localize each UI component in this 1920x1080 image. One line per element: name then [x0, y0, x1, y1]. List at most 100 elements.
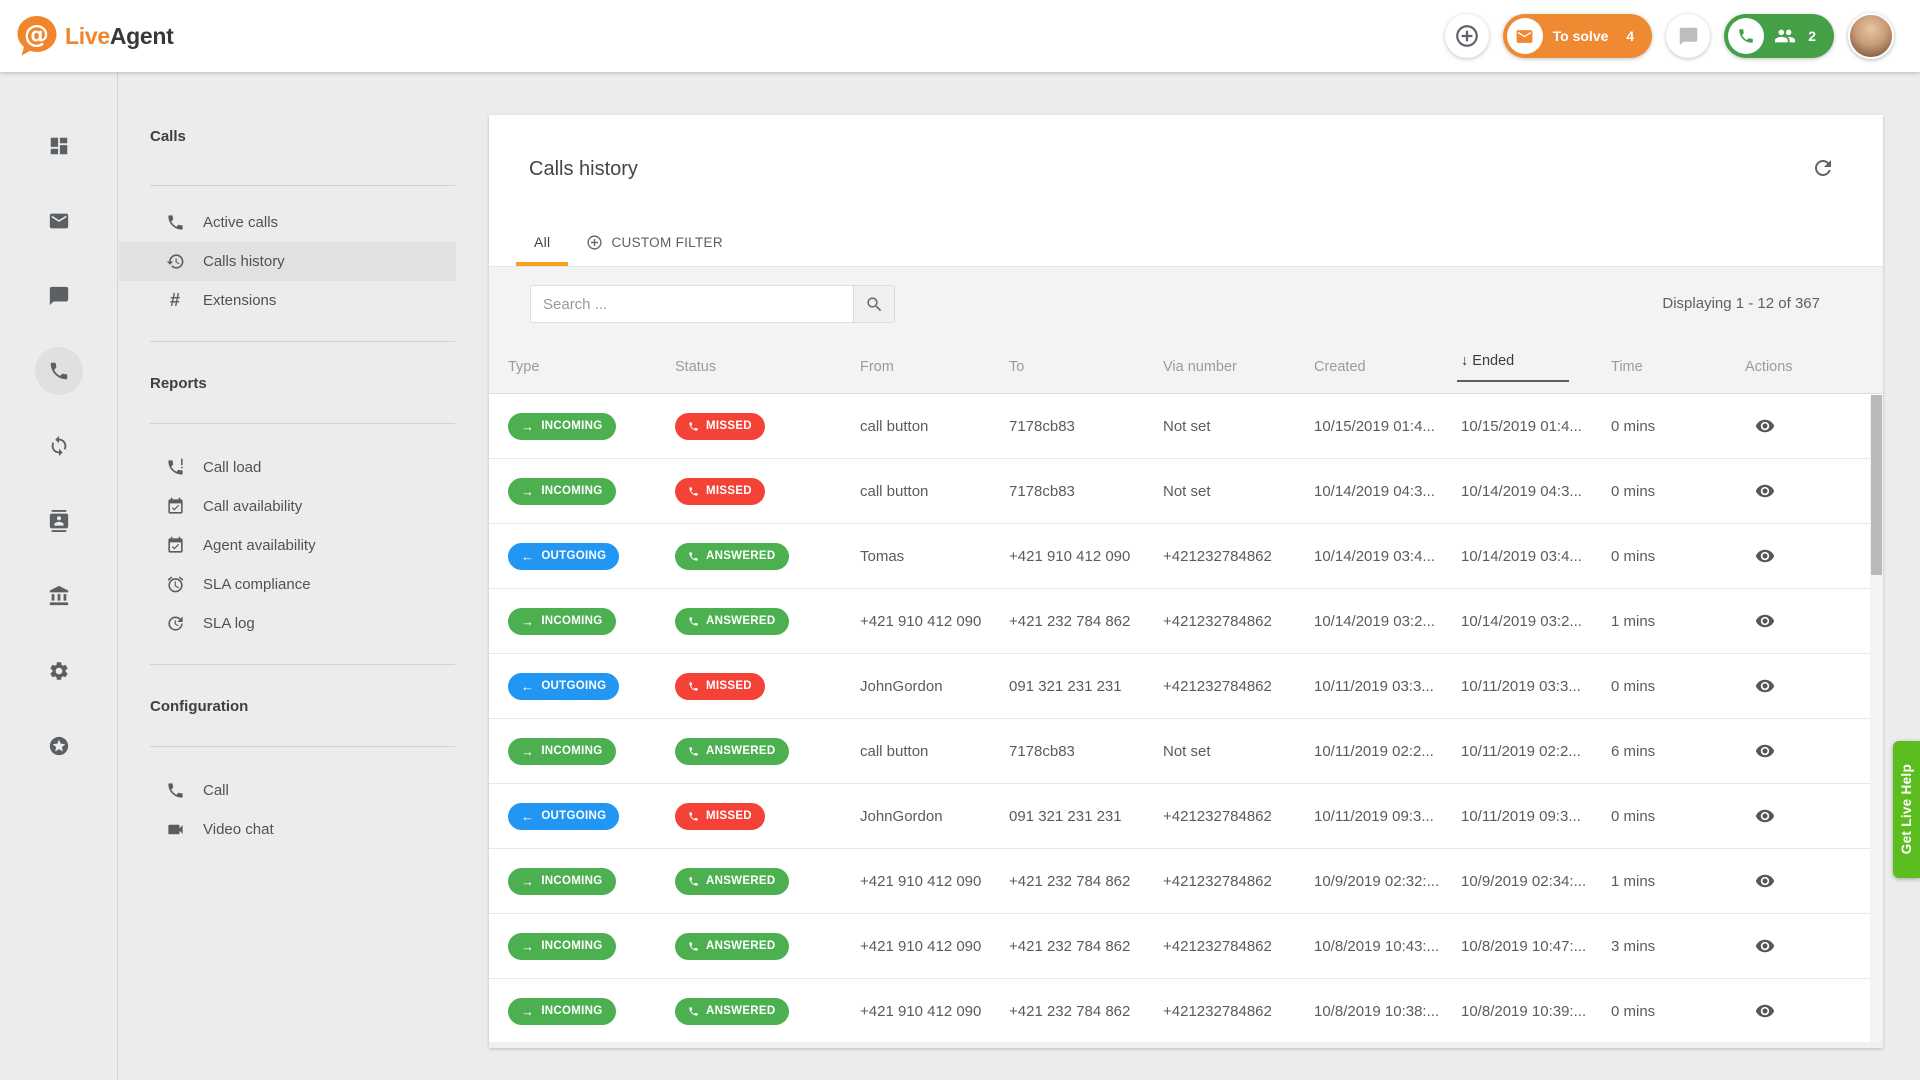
get-live-help-tab[interactable]: Get Live Help — [1893, 741, 1920, 878]
status-badge: ANSWERED — [675, 543, 789, 570]
view-call-button[interactable] — [1751, 932, 1779, 960]
column-header-actions[interactable]: Actions — [1745, 359, 1883, 375]
cell-created: 10/9/2019 02:32:... — [1314, 873, 1461, 890]
table-row[interactable]: ←OUTGOINGMISSEDJohnGordon091 321 231 231… — [489, 654, 1883, 719]
cell-to: 7178cb83 — [1009, 483, 1163, 500]
sidebar-item-call-availability[interactable]: Call availability — [119, 487, 456, 526]
view-call-button[interactable] — [1751, 737, 1779, 765]
table-row[interactable]: →INCOMINGANSWERED+421 910 412 090+421 23… — [489, 979, 1883, 1044]
type-badge: ←OUTGOING — [508, 673, 619, 700]
eye-icon — [1755, 611, 1775, 631]
tab-custom-filter[interactable]: CUSTOM FILTER — [568, 218, 740, 266]
column-header-via-number[interactable]: Via number — [1163, 359, 1314, 375]
rail-button-star-circle[interactable] — [35, 722, 83, 770]
eye-icon — [1755, 806, 1775, 826]
cell-via: +421232784862 — [1163, 1003, 1314, 1020]
refresh-button[interactable] — [1811, 150, 1847, 186]
rail-button-contacts[interactable] — [35, 497, 83, 545]
column-header-status[interactable]: Status — [675, 359, 860, 375]
cell-from: Tomas — [860, 548, 1009, 565]
search-input[interactable] — [530, 285, 853, 323]
cell-ended: 10/11/2019 03:3... — [1461, 678, 1611, 695]
cell-time: 6 mins — [1611, 743, 1745, 760]
sidebar-item-agent-availability[interactable]: Agent availability — [119, 526, 456, 565]
add-new-button[interactable] — [1445, 14, 1489, 58]
sidebar-item-label: Call load — [203, 459, 261, 476]
column-header-type[interactable]: Type — [508, 359, 675, 375]
dashboard-icon — [48, 135, 70, 157]
view-call-button[interactable] — [1751, 802, 1779, 830]
type-badge: →INCOMING — [508, 738, 616, 765]
cell-from: +421 910 412 090 — [860, 613, 1009, 630]
view-call-button[interactable] — [1751, 542, 1779, 570]
cell-to: +421 232 784 862 — [1009, 1003, 1163, 1020]
to-solve-button[interactable]: To solve 4 — [1503, 14, 1653, 58]
sidebar-item-calls-history[interactable]: Calls history — [119, 242, 456, 281]
table-row[interactable]: →INCOMINGANSWEREDcall button7178cb83Not … — [489, 719, 1883, 784]
phone-icon — [688, 1006, 699, 1017]
chats-button[interactable] — [1666, 14, 1710, 58]
cell-ended: 10/11/2019 09:3... — [1461, 808, 1611, 825]
column-header-created[interactable]: Created — [1314, 359, 1461, 375]
sidebar-item-video-chat[interactable]: Video chat — [119, 810, 456, 849]
cell-time: 3 mins — [1611, 938, 1745, 955]
search-button[interactable] — [853, 285, 895, 323]
phone-icon — [1728, 18, 1764, 54]
view-call-button[interactable] — [1751, 412, 1779, 440]
rail-button-dashboard[interactable] — [35, 122, 83, 170]
sidebar-item-sla-log[interactable]: SLA log — [119, 604, 456, 643]
rail-button-gear[interactable] — [35, 647, 83, 695]
column-header-time[interactable]: Time — [1611, 359, 1745, 375]
sidebar-item-label: Call availability — [203, 498, 302, 515]
table-row[interactable]: →INCOMINGANSWERED+421 910 412 090+421 23… — [489, 589, 1883, 654]
table-row[interactable]: →INCOMINGMISSEDcall button7178cb83Not se… — [489, 459, 1883, 524]
calls-history-card: Calls history All CUSTOM FILTER Displayi… — [489, 115, 1883, 1048]
sort-desc-icon: ↓ — [1461, 353, 1468, 369]
table-row[interactable]: ←OUTGOINGANSWEREDTomas+421 910 412 090+4… — [489, 524, 1883, 589]
rail-button-sync[interactable] — [35, 422, 83, 470]
arrow-right-icon: → — [521, 939, 534, 954]
sidebar-item-label: Video chat — [203, 821, 274, 838]
tabs: All CUSTOM FILTER — [516, 218, 741, 266]
cell-ended: 10/14/2019 04:3... — [1461, 483, 1611, 500]
table-row[interactable]: →INCOMINGMISSEDcall button7178cb83Not se… — [489, 394, 1883, 459]
cell-time: 0 mins — [1611, 418, 1745, 435]
column-header-to[interactable]: To — [1009, 359, 1163, 375]
rail-button-mail[interactable] — [35, 197, 83, 245]
cell-from: JohnGordon — [860, 678, 1009, 695]
sidebar-item-call[interactable]: Call — [119, 771, 456, 810]
column-header-ended[interactable]: ↓ Ended — [1461, 353, 1611, 382]
svg-text:@: @ — [24, 20, 49, 49]
arrow-right-icon: → — [521, 744, 534, 759]
avatar[interactable] — [1848, 13, 1894, 59]
view-call-button[interactable] — [1751, 607, 1779, 635]
eye-icon — [1755, 1001, 1775, 1021]
rail-button-chat[interactable] — [35, 272, 83, 320]
sidebar-item-call-load[interactable]: Call load — [119, 448, 456, 487]
table-row[interactable]: →INCOMINGANSWERED+421 910 412 090+421 23… — [489, 914, 1883, 979]
cell-ended: 10/15/2019 01:4... — [1461, 418, 1611, 435]
rail-button-bank[interactable] — [35, 572, 83, 620]
view-call-button[interactable] — [1751, 477, 1779, 505]
sidebar-item-sla-compliance[interactable]: SLA compliance — [119, 565, 456, 604]
table-row[interactable]: →INCOMINGANSWERED+421 910 412 090+421 23… — [489, 849, 1883, 914]
phone-icon — [688, 681, 699, 692]
rail-button-phone[interactable] — [35, 347, 83, 395]
view-call-button[interactable] — [1751, 867, 1779, 895]
status-badge: ANSWERED — [675, 608, 789, 635]
sidebar-item-label: Calls history — [203, 253, 285, 270]
cell-created: 10/14/2019 04:3... — [1314, 483, 1461, 500]
tab-all[interactable]: All — [516, 218, 568, 266]
type-badge: →INCOMING — [508, 933, 616, 960]
status-badge: MISSED — [675, 673, 765, 700]
table-row[interactable]: ←OUTGOINGMISSEDJohnGordon091 321 231 231… — [489, 784, 1883, 849]
scrollbar-thumb[interactable] — [1871, 395, 1882, 575]
view-call-button[interactable] — [1751, 672, 1779, 700]
vertical-scrollbar — [1870, 395, 1883, 1042]
column-header-from[interactable]: From — [860, 359, 1009, 375]
active-calls-button[interactable]: 2 — [1724, 14, 1834, 58]
sidebar-item-extensions[interactable]: #Extensions — [119, 281, 456, 320]
view-call-button[interactable] — [1751, 997, 1779, 1025]
sidebar-item-active-calls[interactable]: Active calls — [119, 203, 456, 242]
cell-to: +421 232 784 862 — [1009, 873, 1163, 890]
